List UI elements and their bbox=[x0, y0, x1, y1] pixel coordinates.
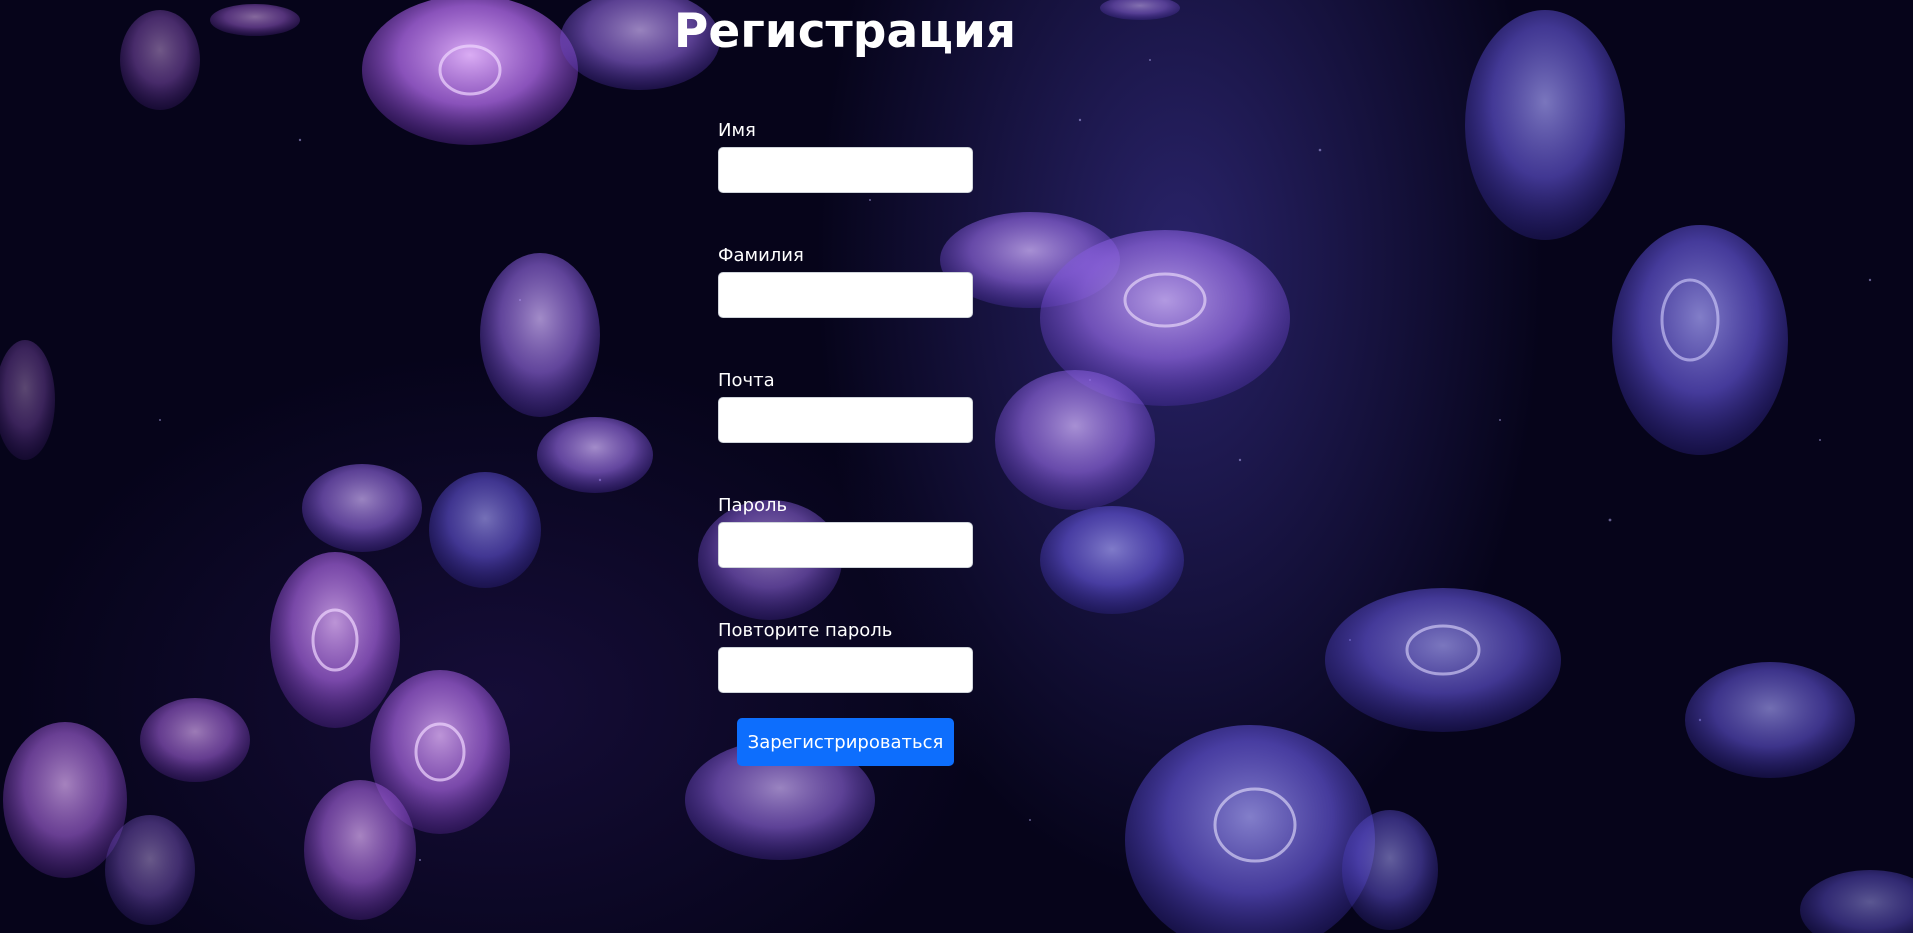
last-name-input[interactable] bbox=[718, 272, 973, 318]
email-label: Почта bbox=[718, 370, 775, 391]
page-title: Регистрация bbox=[673, 4, 1017, 59]
register-button[interactable]: Зарегистрироваться bbox=[737, 718, 954, 766]
email-input[interactable] bbox=[718, 397, 973, 443]
confirm-password-input[interactable] bbox=[718, 647, 973, 693]
last-name-label: Фамилия bbox=[718, 245, 804, 266]
first-name-label: Имя bbox=[718, 120, 756, 141]
first-name-input[interactable] bbox=[718, 147, 973, 193]
registration-form: Регистрация Имя Фамилия Почта Пароль Пов… bbox=[0, 0, 1913, 933]
password-label: Пароль bbox=[718, 495, 788, 516]
password-input[interactable] bbox=[718, 522, 973, 568]
confirm-password-label: Повторите пароль bbox=[718, 620, 893, 641]
